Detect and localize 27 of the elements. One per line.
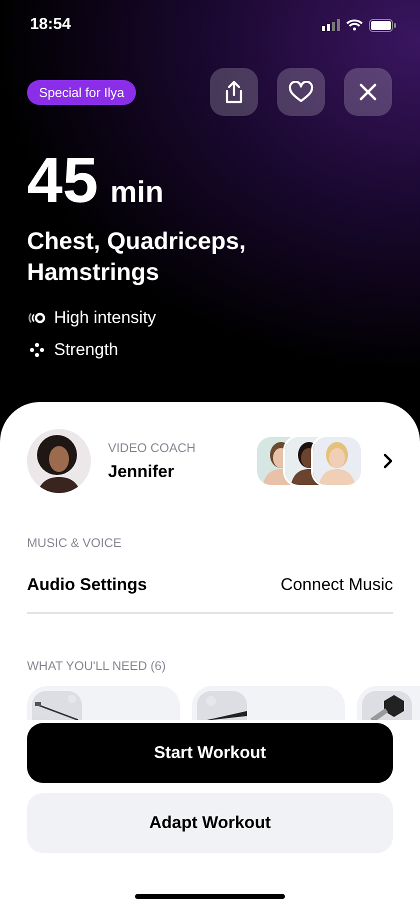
duration-unit: min	[110, 178, 164, 208]
status-time: 18:54	[30, 16, 71, 34]
duration-value: 45	[27, 148, 98, 212]
section-heading: MUSIC & VOICE	[27, 536, 122, 550]
close-icon	[359, 83, 377, 101]
audio-settings-link[interactable]: Audio Settings	[27, 575, 147, 595]
intensity-icon	[28, 312, 46, 324]
chevron-right-icon[interactable]	[383, 453, 393, 469]
battery-icon	[369, 18, 396, 32]
feature-label: Strength	[54, 340, 118, 360]
coach-name: Jennifer	[108, 462, 176, 482]
dots-icon	[28, 342, 44, 358]
signal-icon	[322, 19, 340, 31]
start-workout-button[interactable]: Start Workout	[27, 723, 393, 783]
share-button[interactable]	[210, 68, 258, 116]
adapt-workout-button[interactable]: Adapt Workout	[27, 793, 393, 853]
favorite-button[interactable]	[277, 68, 325, 116]
heart-icon	[288, 81, 314, 103]
share-icon	[223, 80, 245, 104]
connect-music-link[interactable]: Connect Music	[280, 575, 393, 595]
special-badge: Special for Ilya	[27, 80, 136, 104]
close-button[interactable]	[344, 68, 392, 116]
workout-title: Chest, Quadriceps, Hamstrings	[27, 227, 247, 288]
section-heading: WHAT YOU'LL NEED (6)	[27, 659, 167, 673]
feature-label: High intensity	[54, 308, 156, 328]
wifi-icon	[346, 19, 363, 31]
coach-caption: VIDEO COACH	[108, 440, 197, 454]
